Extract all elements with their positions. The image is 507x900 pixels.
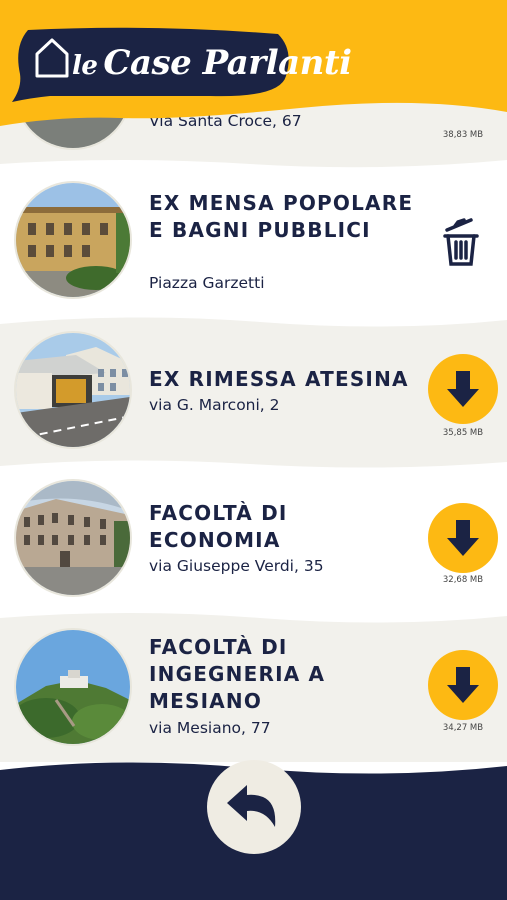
building-photo — [14, 628, 132, 746]
house-logo-icon — [35, 38, 69, 78]
item-title: FACOLTÀ DI ECONOMIA — [149, 501, 288, 552]
item-title: FACOLTÀ DI INGEGNERIA A MESIANO — [149, 635, 326, 713]
download-icon — [447, 371, 479, 407]
download-icon — [447, 667, 479, 703]
list-item[interactable]: FACOLTÀ DI INGEGNERIA A MESIANO via Mesi… — [0, 612, 507, 762]
download-button[interactable] — [428, 650, 498, 720]
building-photo — [14, 181, 132, 299]
item-address: via G. Marconi, 2 — [149, 396, 280, 414]
building-photo — [14, 479, 132, 597]
app-header: le Case Parlanti — [0, 0, 507, 150]
download-button[interactable] — [428, 503, 498, 573]
file-size: 35,85 MB — [442, 428, 484, 438]
list-item[interactable]: EX MENSA POPOLARE E BAGNI PUBBLICI Piazz… — [0, 168, 507, 318]
file-size: 34,27 MB — [442, 723, 484, 733]
download-button[interactable] — [428, 354, 498, 424]
item-title: EX RIMESSA ATESINA — [149, 367, 409, 391]
brand-prefix: le — [72, 51, 98, 81]
list-item[interactable]: EX RIMESSA ATESINA via G. Marconi, 2 35,… — [0, 316, 507, 468]
trash-icon[interactable] — [441, 218, 481, 268]
item-address: via Mesiano, 77 — [149, 719, 271, 737]
back-arrow-icon — [227, 785, 276, 827]
brand-name: Case Parlanti — [103, 43, 352, 83]
file-size: 32,68 MB — [442, 575, 484, 585]
app-screen: Via Santa Croce, 67 38,83 MB EX MENSA PO… — [0, 0, 507, 900]
item-title: EX MENSA POPOLARE E BAGNI PUBBLICI — [149, 191, 414, 242]
back-button[interactable] — [207, 760, 301, 854]
download-icon — [447, 520, 479, 556]
building-photo — [14, 331, 132, 449]
brand-logo: le Case Parlanti — [72, 38, 352, 88]
item-address: via Giuseppe Verdi, 35 — [149, 557, 324, 575]
item-address: Piazza Garzetti — [149, 274, 265, 292]
list-item[interactable]: FACOLTÀ DI ECONOMIA via Giuseppe Verdi, … — [0, 466, 507, 614]
